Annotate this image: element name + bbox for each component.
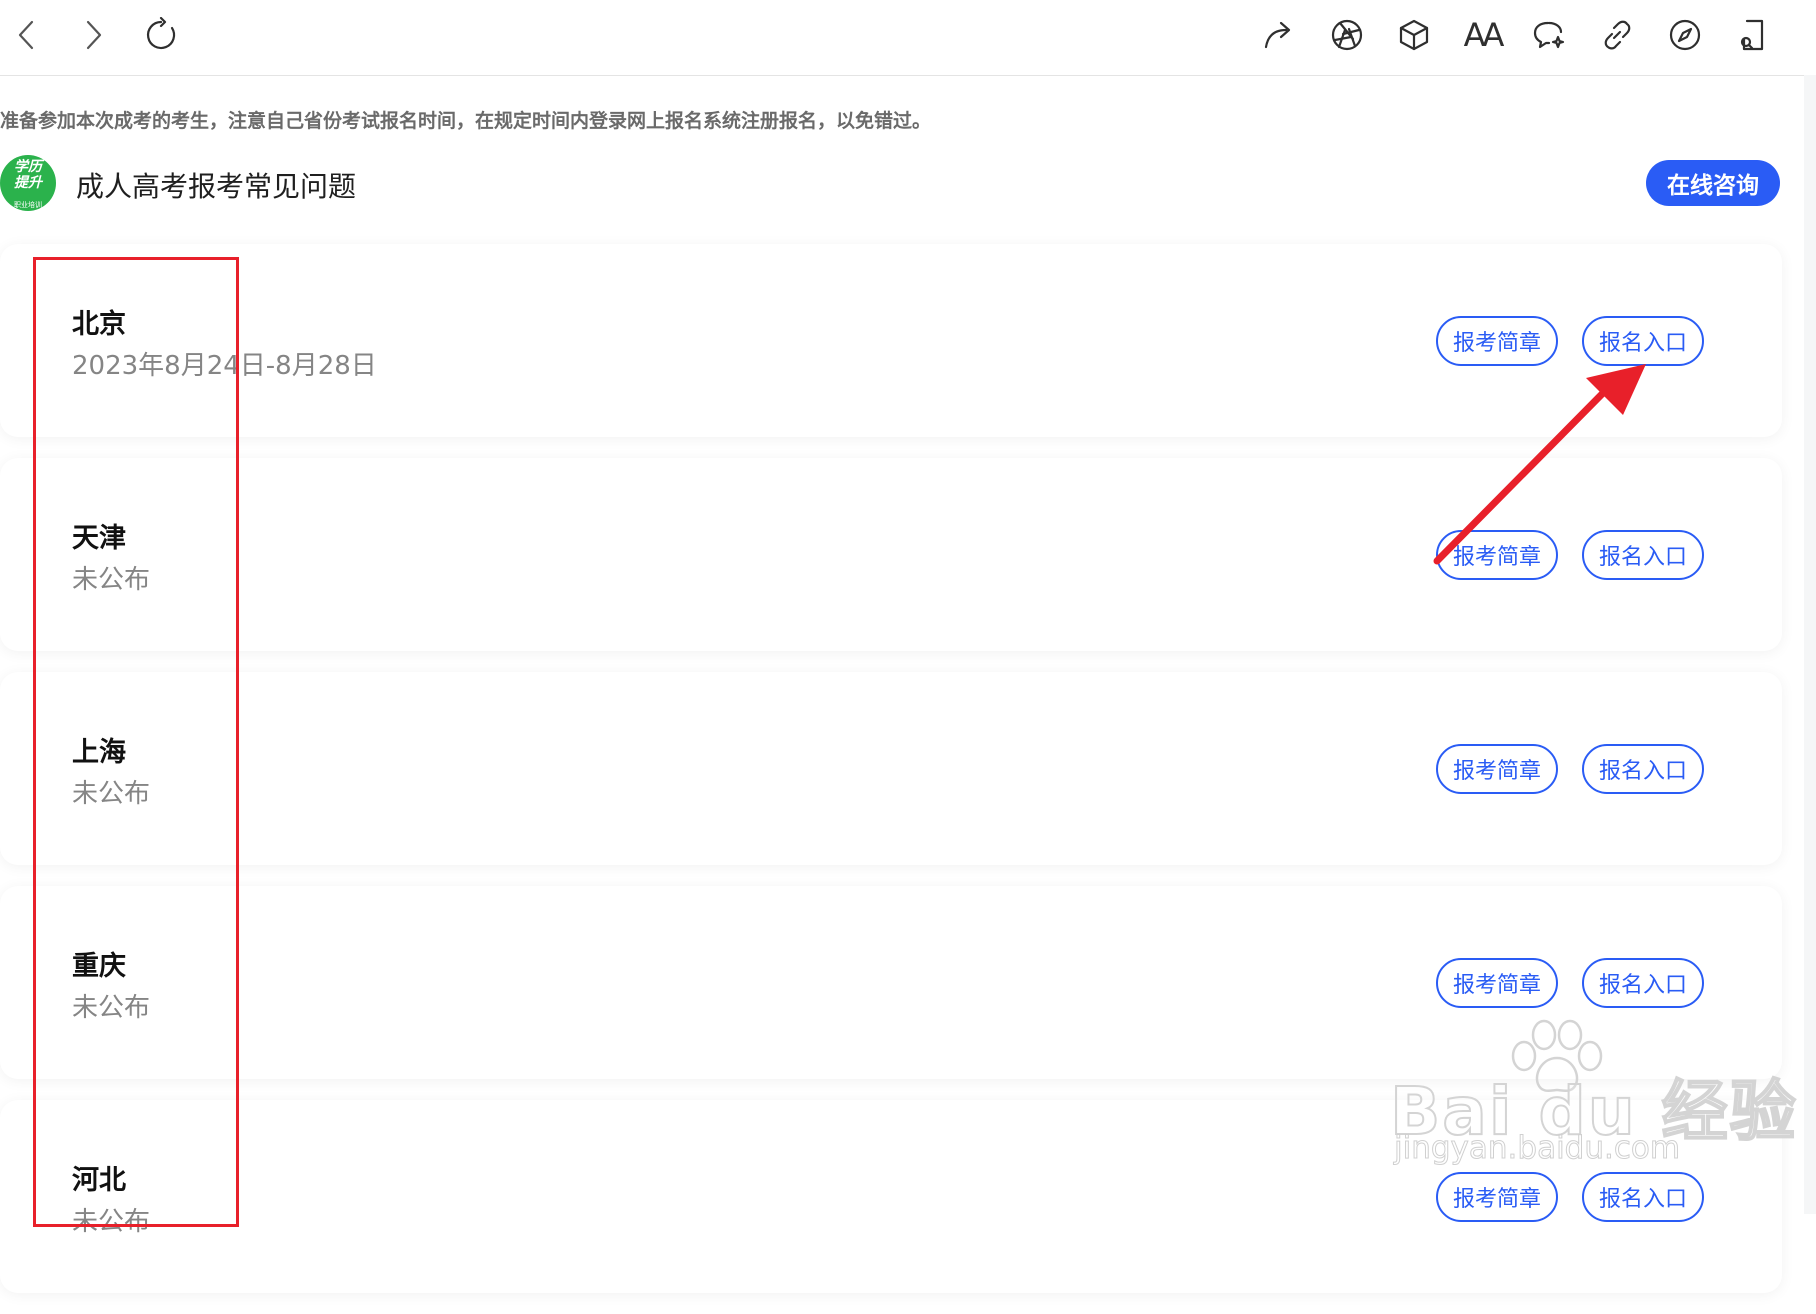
- province-card: 北京 2023年8月24日-8月28日 报考简章 报名入口: [0, 244, 1782, 437]
- browser-toolbar: AA: [0, 0, 1816, 76]
- chat-sparkle-icon: [1533, 21, 1565, 49]
- reader-icon: [1740, 19, 1764, 51]
- province-name: 上海: [72, 737, 126, 768]
- page-title: 成人高考报考常见问题: [76, 170, 357, 203]
- education-logo: 学历 提升 职业培训: [0, 155, 56, 211]
- brochure-button[interactable]: 报考简章: [1436, 530, 1558, 580]
- registration-date: 未公布: [72, 779, 151, 809]
- aperture-icon: [1331, 19, 1363, 51]
- registration-date: 未公布: [72, 993, 151, 1023]
- text-size-button[interactable]: AA: [1461, 14, 1505, 56]
- 3d-box-icon: [1399, 19, 1429, 51]
- registration-date: 未公布: [72, 1207, 151, 1237]
- province-card: 河北 未公布 报考简章 报名入口: [0, 1100, 1782, 1293]
- registration-entry-button[interactable]: 报名入口: [1582, 1172, 1704, 1222]
- refresh-icon: [146, 17, 176, 50]
- registration-notice: 准备参加本次成考的考生，注意自己省份考试报名时间，在规定时间内登录网上报名系统注…: [0, 110, 932, 132]
- registration-date: 2023年8月24日-8月28日: [72, 351, 377, 381]
- province-name: 天津: [72, 523, 126, 554]
- forward-button[interactable]: [72, 14, 114, 56]
- back-icon: [18, 20, 34, 50]
- logo-subtitle: 职业培训: [14, 201, 42, 209]
- compass-button[interactable]: [1664, 14, 1706, 56]
- province-card: 重庆 未公布 报考简章 报名入口: [0, 886, 1782, 1079]
- registration-entry-button[interactable]: 报名入口: [1582, 530, 1704, 580]
- compass-icon: [1669, 19, 1701, 51]
- registration-date: 未公布: [72, 565, 151, 595]
- text-size-icon: AA: [1463, 16, 1505, 54]
- province-name: 北京: [72, 309, 126, 340]
- registration-entry-button[interactable]: 报名入口: [1582, 958, 1704, 1008]
- forward-icon: [86, 20, 102, 50]
- back-button[interactable]: [6, 14, 48, 56]
- brochure-button[interactable]: 报考简章: [1436, 1172, 1558, 1222]
- section-header: 学历 提升 职业培训 成人高考报考常见问题 在线咨询: [0, 155, 1790, 215]
- aperture-button[interactable]: [1326, 14, 1368, 56]
- registration-entry-button[interactable]: 报名入口: [1582, 316, 1704, 366]
- share-button[interactable]: [1258, 14, 1300, 56]
- share-icon: [1264, 21, 1291, 49]
- province-card: 上海 未公布 报考简章 报名入口: [0, 672, 1782, 865]
- registration-entry-button[interactable]: 报名入口: [1582, 744, 1704, 794]
- province-name: 重庆: [72, 951, 126, 982]
- 3d-box-button[interactable]: [1393, 14, 1435, 56]
- refresh-button[interactable]: [140, 14, 182, 56]
- province-card: 天津 未公布 报考简章 报名入口: [0, 458, 1782, 651]
- province-name: 河北: [72, 1165, 126, 1196]
- link-button[interactable]: [1596, 14, 1638, 56]
- chat-sparkle-button[interactable]: [1528, 14, 1570, 56]
- link-icon: [1604, 20, 1631, 50]
- brochure-button[interactable]: 报考简章: [1436, 744, 1558, 794]
- brochure-button[interactable]: 报考简章: [1436, 958, 1558, 1008]
- reader-button[interactable]: [1732, 14, 1774, 56]
- brochure-button[interactable]: 报考简章: [1436, 316, 1558, 366]
- logo-text: 学历 提升: [14, 159, 42, 191]
- scrollbar-track[interactable]: [1804, 75, 1816, 1214]
- province-list: 北京 2023年8月24日-8月28日 报考简章 报名入口 天津 未公布 报考简…: [0, 244, 1782, 1314]
- online-consult-button[interactable]: 在线咨询: [1646, 160, 1780, 206]
